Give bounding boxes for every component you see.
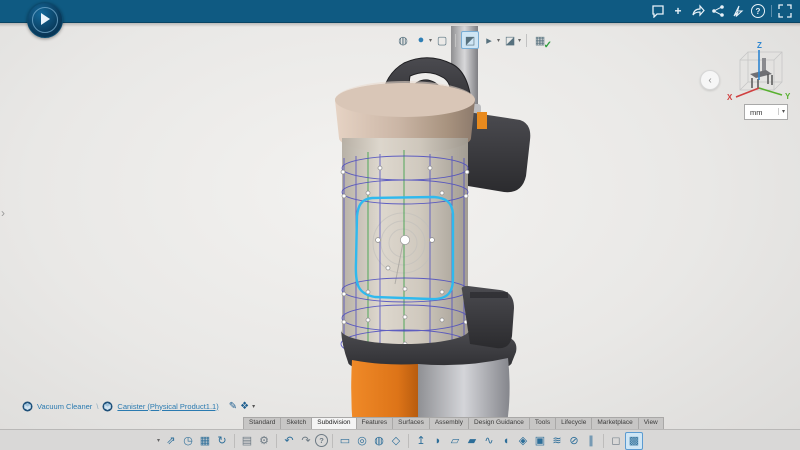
visibility-icon[interactable]: ◪: [502, 32, 518, 48]
expander-arrow-icon: ›: [1, 206, 5, 220]
collapse-arrow-icon: ‹: [708, 75, 711, 86]
thicken-icon[interactable]: ◖: [498, 433, 514, 449]
units-caret-icon: ▾: [778, 108, 785, 115]
collaborate-icon[interactable]: [711, 4, 725, 18]
redo-icon[interactable]: ↷: [298, 433, 314, 449]
help-icon[interactable]: ?: [751, 4, 765, 18]
view-settings-icon[interactable]: ◍: [395, 32, 411, 48]
toolbar-separator: [526, 34, 527, 47]
show-cage-icon[interactable]: ▩: [625, 432, 643, 450]
visibility-caret-icon[interactable]: ▾: [518, 37, 521, 44]
top-right-actions: + ?: [651, 0, 792, 22]
primitive-cylinder-icon[interactable]: ◎: [354, 433, 370, 449]
toolbar-separator: [603, 434, 604, 448]
breadcrumb-tools: ✎ ❖ ▾: [229, 401, 255, 412]
fill-face-icon[interactable]: ▰: [464, 433, 480, 449]
product-icon[interactable]: [102, 401, 113, 412]
green-check-icon: ✓: [544, 40, 552, 51]
toolbar-separator: [408, 434, 409, 448]
bend-icon[interactable]: ∿: [481, 433, 497, 449]
compass-play-icon: [41, 13, 50, 25]
settings-icon[interactable]: ⚙: [256, 433, 272, 449]
surface-icon[interactable]: ◗: [430, 433, 446, 449]
render-style-caret-icon[interactable]: ▾: [429, 37, 432, 44]
undo-icon[interactable]: ↶: [281, 433, 297, 449]
top-bar-shadow: [0, 23, 800, 27]
breadcrumb-active-link[interactable]: Canister (Physical Product1.1): [117, 402, 218, 411]
chair-glyph: [750, 58, 772, 89]
breadcrumb-separator: \: [96, 402, 98, 411]
view-orientation-cube[interactable]: Z X Y: [724, 40, 794, 109]
model-canister-body[interactable]: [342, 138, 468, 354]
symmetry-icon[interactable]: ⊘: [566, 433, 582, 449]
breadcrumb-root[interactable]: Vacuum Cleaner: [37, 402, 92, 411]
selection-filter-icon[interactable]: ▸: [481, 32, 497, 48]
pull-face-icon[interactable]: ↥: [413, 433, 429, 449]
edit-app-icon[interactable]: ✎: [229, 401, 237, 412]
print-icon[interactable]: ▤: [239, 433, 255, 449]
offset-surface-icon[interactable]: ▱: [447, 433, 463, 449]
axis-y-label: Y: [785, 92, 791, 101]
toolbar-separator: [332, 434, 333, 448]
sync-icon[interactable]: ↻: [214, 433, 230, 449]
cube-wireframe: [740, 52, 782, 90]
box-select-icon[interactable]: ▢: [434, 32, 450, 48]
add-icon[interactable]: +: [671, 4, 685, 18]
apps-caret-icon[interactable]: ▾: [252, 403, 255, 410]
boolean-icon[interactable]: ▣: [532, 433, 548, 449]
primitive-box-icon[interactable]: ▭: [337, 433, 353, 449]
toolbar-help-icon[interactable]: ?: [315, 434, 328, 447]
select-through-icon[interactable]: ◩: [461, 31, 479, 49]
compass-icon[interactable]: [27, 2, 63, 38]
viewport-3d-model[interactable]: [0, 0, 800, 450]
model-side-knob-ridges: [470, 292, 508, 298]
action-bar-tabs: Standard Sketch Subdivision Features Sur…: [243, 417, 664, 429]
history-icon[interactable]: ◷: [180, 433, 196, 449]
topbar-separator: [771, 5, 772, 17]
save-icon[interactable]: ▦: [197, 433, 213, 449]
display-box-icon[interactable]: ◻: [608, 433, 624, 449]
update-validate-icon[interactable]: ▦ ✓: [532, 32, 548, 48]
model-latch-button[interactable]: [477, 112, 487, 129]
mirror-planes-icon[interactable]: ∥: [583, 433, 599, 449]
toolbar-separator: [276, 434, 277, 448]
render-style-icon[interactable]: ●: [413, 32, 429, 48]
axis-z-label: Z: [757, 41, 762, 50]
flex-icon[interactable]: ≋: [549, 433, 565, 449]
toolbar-overflow-icon[interactable]: ▾: [157, 437, 160, 444]
solid-icon[interactable]: ◈: [515, 433, 531, 449]
product-icon[interactable]: [22, 401, 33, 412]
toolbar-separator: [234, 434, 235, 448]
export-icon[interactable]: ⇗: [163, 433, 179, 449]
share-icon[interactable]: [691, 4, 705, 18]
subdivide-icon[interactable]: ◇: [388, 433, 404, 449]
messages-icon[interactable]: [651, 4, 665, 18]
view-toolbar: ◍ ● ▾ ▢ ◩ ▸ ▾ ◪ ▾ ▦ ✓: [395, 31, 548, 49]
fullscreen-icon[interactable]: [778, 4, 792, 18]
units-value: mm: [750, 108, 763, 117]
collapse-panel-button[interactable]: ‹: [700, 70, 720, 90]
toolbar-separator: [455, 34, 456, 47]
breadcrumb: Vacuum Cleaner \ Canister (Physical Prod…: [22, 399, 255, 413]
app-window: 3S 3DEXPERIENCE | SOLIDWORKS 3D Sculptor…: [0, 0, 800, 450]
axis-x-label: X: [727, 93, 733, 102]
bottom-toolbar: ▾ ⇗ ◷ ▦ ↻ ▤ ⚙ ↶ ↷ ? ▭ ◎ ◍ ◇ ↥ ◗ ▱ ▰ ∿ ◖ …: [0, 429, 800, 450]
primitive-sphere-icon[interactable]: ◍: [371, 433, 387, 449]
assistant-icon[interactable]: [731, 4, 745, 18]
apps-icon[interactable]: ❖: [240, 401, 249, 412]
units-dropdown[interactable]: mm ▾: [744, 104, 788, 120]
expand-left-panel-button[interactable]: ›: [1, 206, 5, 220]
selection-filter-caret-icon[interactable]: ▾: [497, 37, 500, 44]
